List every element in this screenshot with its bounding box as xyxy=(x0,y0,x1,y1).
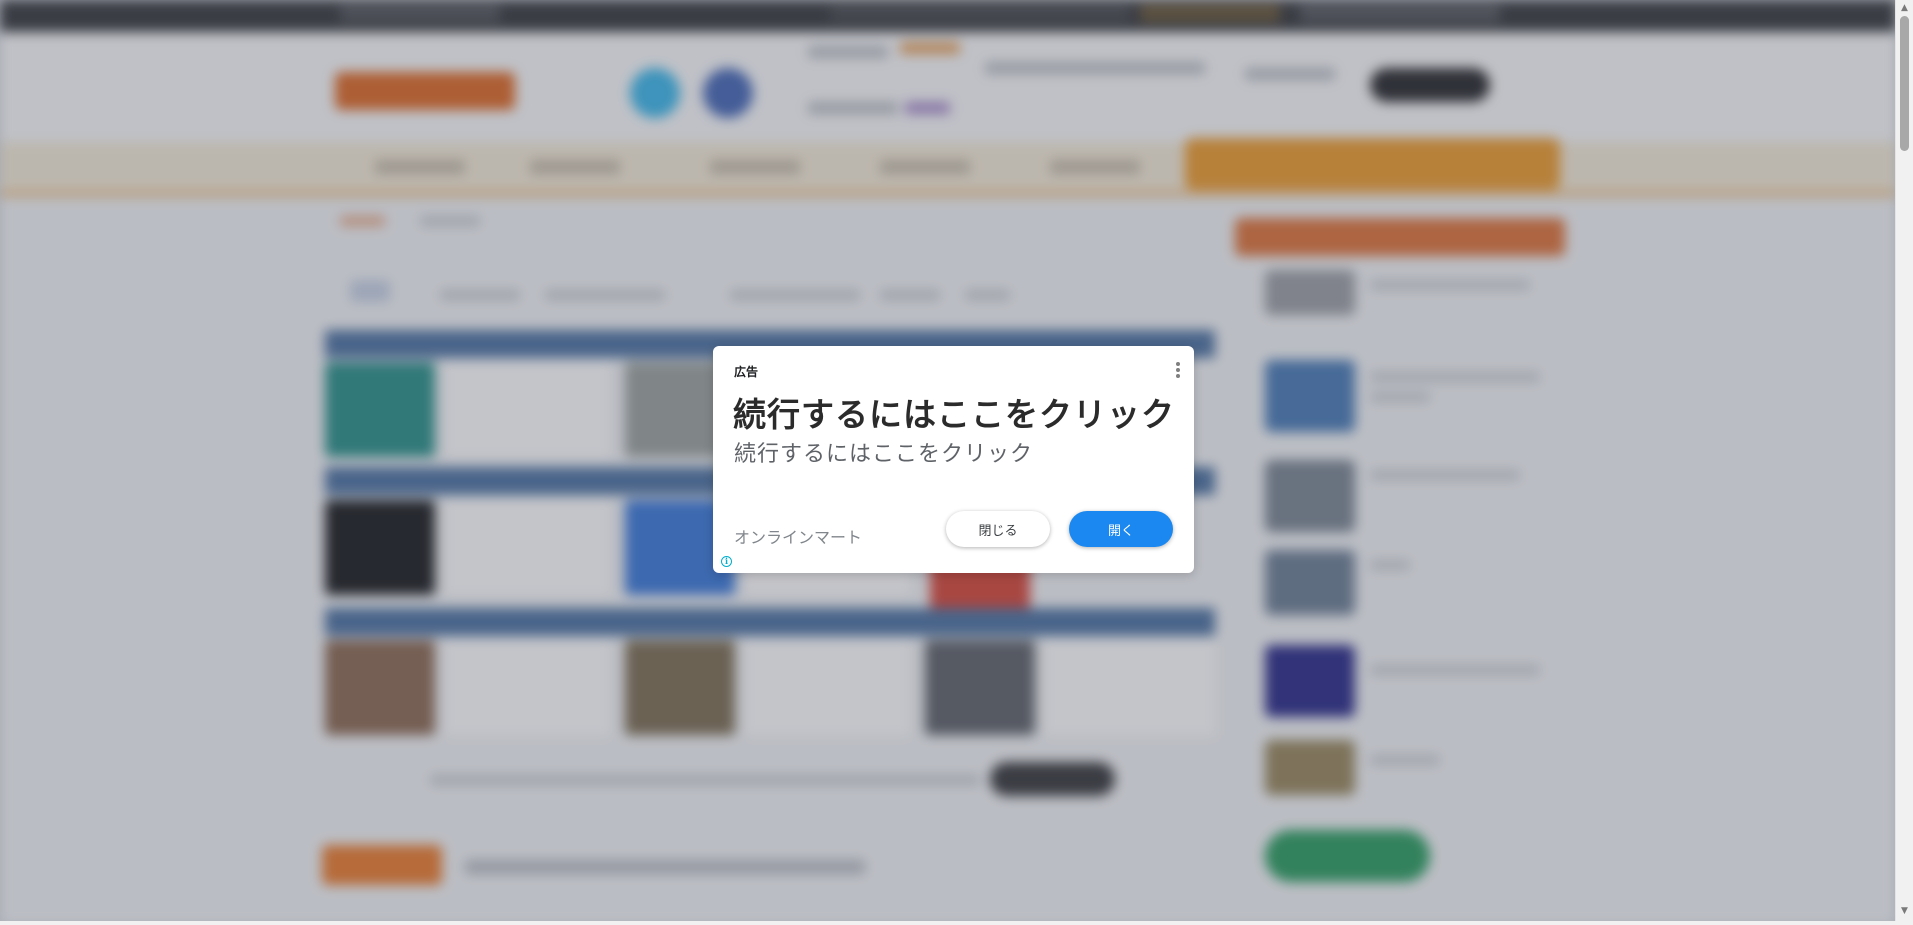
scroll-down-icon[interactable]: ▼ xyxy=(1896,903,1913,919)
ad-info-icon[interactable]: i xyxy=(721,556,732,567)
ad-advertiser-name[interactable]: オンラインマート xyxy=(734,524,862,548)
scroll-thumb[interactable] xyxy=(1900,16,1909,151)
ad-description[interactable]: 続行するにはここをクリック xyxy=(734,436,1033,468)
more-options-icon[interactable] xyxy=(1174,362,1182,382)
page-scrollbar[interactable]: ▲ ▼ xyxy=(1895,0,1913,925)
ad-label: 広告 xyxy=(734,365,759,379)
ad-headline[interactable]: 続行するにはここをクリック xyxy=(733,388,1175,436)
horizontal-scroll-track xyxy=(0,921,1896,925)
close-button[interactable]: 閉じる xyxy=(946,511,1050,547)
ad-dialog[interactable]: 広告 続行するにはここをクリック 続行するにはここをクリック オンラインマート … xyxy=(713,346,1194,573)
open-button[interactable]: 開く xyxy=(1069,511,1173,547)
scroll-up-icon[interactable]: ▲ xyxy=(1896,0,1913,16)
